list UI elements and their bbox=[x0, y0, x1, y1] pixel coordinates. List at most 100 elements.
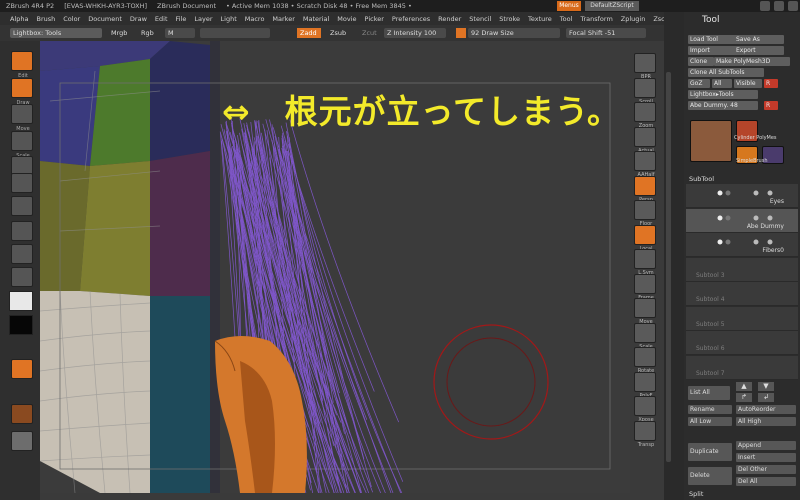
right-tool-xpose[interactable]: Xpose bbox=[634, 396, 656, 423]
right-tool-local[interactable]: Local bbox=[634, 224, 656, 252]
right-tool-zoom[interactable]: Zoom bbox=[634, 102, 656, 129]
menu-document[interactable]: Document bbox=[88, 15, 122, 23]
subtool-item[interactable]: Eyes bbox=[686, 184, 798, 208]
document-canvas[interactable]: ⇔ 根元が立ってしまう。 bbox=[40, 41, 630, 493]
visibility-eye-icon[interactable] bbox=[716, 215, 774, 221]
right-tool-aahalf[interactable]: AAHalf bbox=[634, 151, 656, 178]
tool-button-clone[interactable]: Clone bbox=[688, 57, 714, 66]
left-tool-slot-6[interactable] bbox=[11, 196, 33, 216]
mrgb-button[interactable]: Mrgb bbox=[108, 28, 130, 38]
menu-stroke[interactable]: Stroke bbox=[499, 15, 520, 23]
tool-button-save-as[interactable]: Save As bbox=[734, 35, 784, 44]
all-low-button[interactable]: All Low bbox=[688, 417, 732, 426]
menu-texture[interactable]: Texture bbox=[528, 15, 552, 23]
subtool-item[interactable]: Subtool 3 bbox=[686, 257, 798, 282]
left-tool-edit[interactable]: Edit bbox=[11, 51, 33, 79]
left-tool-slot-5[interactable] bbox=[11, 173, 33, 193]
left-tool-slot-8[interactable] bbox=[11, 244, 33, 264]
menu-draw[interactable]: Draw bbox=[130, 15, 147, 23]
move-down-button[interactable]: ▼ bbox=[758, 382, 774, 391]
tool-button-all[interactable]: All bbox=[712, 79, 732, 88]
tool-button-make-polymesh3d[interactable]: Make PolyMesh3D bbox=[714, 57, 790, 66]
polyf-toggle[interactable] bbox=[11, 359, 33, 379]
left-tool-draw[interactable]: Draw bbox=[11, 78, 33, 106]
menu-edit[interactable]: Edit bbox=[155, 15, 168, 23]
tool-button-import[interactable]: Import bbox=[688, 46, 738, 55]
tool-button-r[interactable]: R bbox=[764, 79, 778, 88]
autoreorder-button[interactable]: AutoReorder bbox=[736, 405, 796, 414]
tool-button-goz[interactable]: GoZ bbox=[688, 79, 710, 88]
menu-color[interactable]: Color bbox=[63, 15, 80, 23]
menu-render[interactable]: Render bbox=[438, 15, 461, 23]
insert-button[interactable]: Insert bbox=[736, 453, 796, 462]
menu-stencil[interactable]: Stencil bbox=[469, 15, 491, 23]
duplicate-button[interactable]: Duplicate bbox=[688, 443, 732, 461]
subtool-item[interactable]: Subtool 5 bbox=[686, 306, 798, 331]
menu-file[interactable]: File bbox=[176, 15, 187, 23]
minimize-icon[interactable] bbox=[774, 1, 784, 11]
subtool-item[interactable]: Subtool 4 bbox=[686, 282, 798, 306]
zsub-button[interactable]: Zsub bbox=[327, 28, 349, 38]
draw-size-slider[interactable]: 92 Draw Size bbox=[468, 28, 560, 38]
focal-shift-slider[interactable]: Focal Shift -51 bbox=[566, 28, 646, 38]
swap-up-button[interactable]: ↱ bbox=[736, 393, 752, 402]
tool-button-abe-dummy-48[interactable]: Abe Dummy. 48 bbox=[688, 101, 758, 110]
right-tool-transp[interactable]: Transp bbox=[634, 420, 656, 448]
main-color-swatch[interactable] bbox=[9, 291, 33, 311]
menu-material[interactable]: Material bbox=[303, 15, 329, 23]
right-tool-persp[interactable]: Persp bbox=[634, 175, 656, 203]
menu-zplugin[interactable]: Zplugin bbox=[621, 15, 646, 23]
subtool-item[interactable]: Subtool 6 bbox=[686, 331, 798, 355]
right-tool-bpr[interactable]: BPR bbox=[634, 53, 656, 80]
default-zscript-button[interactable]: DefaultZScript bbox=[585, 1, 639, 11]
m-button[interactable]: M bbox=[165, 28, 195, 38]
right-tool-actual[interactable]: Actual bbox=[634, 126, 656, 154]
tool-button-clone-all-subtools[interactable]: Clone All SubTools bbox=[688, 68, 764, 77]
visibility-eye-icon[interactable] bbox=[716, 239, 774, 245]
tray-divider[interactable] bbox=[664, 12, 684, 500]
all-high-button[interactable]: All High bbox=[736, 417, 796, 426]
right-tool-l-sym[interactable]: L.Sym bbox=[634, 249, 656, 276]
menu-brush[interactable]: Brush bbox=[36, 15, 55, 23]
right-tool-move[interactable]: Move bbox=[634, 298, 656, 325]
rgb-button[interactable]: Rgb bbox=[138, 28, 157, 38]
left-tool-slot-7[interactable] bbox=[11, 221, 33, 241]
swap-down-button[interactable]: ↲ bbox=[758, 393, 774, 402]
menu-tool[interactable]: Tool bbox=[560, 15, 573, 23]
subtool-item[interactable]: Subtool 7 bbox=[686, 355, 798, 380]
menu-picker[interactable]: Picker bbox=[365, 15, 384, 23]
menu-transform[interactable]: Transform bbox=[580, 15, 612, 23]
append-button[interactable]: Append bbox=[736, 441, 796, 450]
tool-button-r[interactable]: R bbox=[764, 101, 778, 110]
left-tool-scale[interactable]: Scale bbox=[11, 131, 33, 159]
right-tool-frame[interactable]: Frame bbox=[634, 273, 656, 301]
tool-button-visible[interactable]: Visible bbox=[734, 79, 762, 88]
menu-macro[interactable]: Macro bbox=[245, 15, 265, 23]
left-tool-move[interactable]: Move bbox=[11, 104, 33, 132]
subtool-item[interactable]: Fibers0 bbox=[686, 233, 798, 257]
tool-button-load-tool[interactable]: Load Tool bbox=[688, 35, 738, 44]
tool-button-lightbox-tools[interactable]: Lightbox▸Tools bbox=[688, 90, 758, 99]
menu-preferences[interactable]: Preferences bbox=[392, 15, 430, 23]
secondary-color-swatch[interactable] bbox=[9, 315, 33, 335]
right-tool-rotate[interactable]: Rotate bbox=[634, 347, 656, 374]
subtool-item[interactable]: Abe Dummy bbox=[686, 208, 798, 233]
tool-button-export[interactable]: Export bbox=[734, 46, 784, 55]
abe-dummy-thumbnail[interactable] bbox=[690, 120, 732, 162]
menu-layer[interactable]: Layer bbox=[194, 15, 212, 23]
menu-light[interactable]: Light bbox=[221, 15, 237, 23]
help-icon[interactable] bbox=[760, 1, 770, 11]
zcut-button[interactable]: Zcut bbox=[359, 28, 380, 38]
right-tool-floor[interactable]: Floor bbox=[634, 200, 656, 227]
lightbox-tools-button[interactable]: Lightbox: Tools bbox=[10, 28, 102, 38]
right-tool-polyf[interactable]: PolyF bbox=[634, 371, 656, 399]
list-all-button[interactable]: List All bbox=[688, 386, 730, 400]
menu-movie[interactable]: Movie bbox=[337, 15, 356, 23]
material-swatch[interactable] bbox=[11, 404, 33, 424]
right-tool-scroll[interactable]: Scroll bbox=[634, 77, 656, 105]
z-intensity-slider[interactable]: Z Intensity 100 bbox=[384, 28, 446, 38]
menu-marker[interactable]: Marker bbox=[272, 15, 294, 23]
delete-button[interactable]: Delete bbox=[688, 467, 732, 485]
close-icon[interactable] bbox=[788, 1, 798, 11]
visibility-eye-icon[interactable] bbox=[716, 190, 774, 196]
